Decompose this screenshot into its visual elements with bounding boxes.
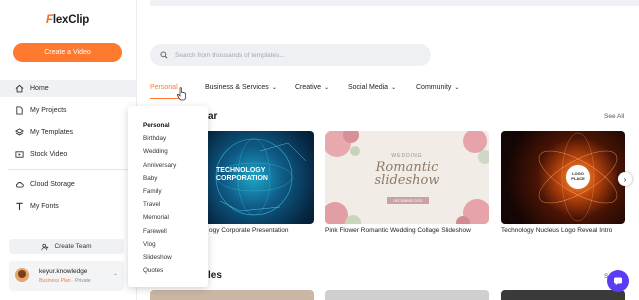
search-input[interactable] [175, 51, 415, 59]
create-team-label: Create Team [54, 243, 92, 250]
personal-category-dropdown: Personal Birthday Wedding Anniversary Ba… [128, 106, 208, 287]
overlay-script-text: Romantic slideshow [325, 161, 489, 187]
overlay-line: CORPORATION [216, 175, 268, 182]
sidebar-item-label: My Projects [30, 107, 67, 114]
overlay-line: TECHNOLOGY [216, 167, 266, 174]
cloud-icon [15, 180, 24, 189]
logo-text: lexClip [52, 14, 90, 26]
template-caption[interactable]: Technology Nucleus Logo Reveal Intro [501, 227, 612, 234]
home-icon [15, 84, 24, 93]
privacy-status: · Private [72, 278, 91, 284]
video-icon [15, 150, 24, 159]
dropdown-item-farewell[interactable]: Farewell [128, 225, 208, 238]
chevron-right-icon: › [623, 174, 627, 184]
user-account-card[interactable]: keyur.knowledge Business Plan · Private … [9, 261, 124, 291]
font-icon [15, 202, 24, 211]
tab-business-services[interactable]: Business & Services ⌄ [205, 84, 277, 91]
team-icon [41, 243, 49, 250]
template-thumbnail-technology-nucleus[interactable]: LOGO PLACE [501, 131, 625, 224]
template-thumbnail-wedding-slideshow[interactable]: WEDDING Romantic slideshow DECEMBER 2022 [325, 131, 489, 224]
template-thumbnail[interactable] [150, 290, 314, 300]
sidebar: FlexClip Create a Video Home My Projects… [0, 0, 137, 300]
tab-personal[interactable]: Personal [150, 84, 178, 91]
user-plan: Business Plan · Private [39, 278, 91, 284]
section-title-popular: ar [208, 111, 218, 122]
file-icon [15, 106, 24, 115]
dropdown-item-baby[interactable]: Baby [128, 172, 208, 185]
tab-social-media[interactable]: Social Media ⌄ [348, 84, 396, 91]
app-window: FlexClip Create a Video Home My Projects… [0, 0, 639, 300]
overlay-line: PLACE [571, 176, 585, 181]
dropdown-item-family[interactable]: Family [128, 185, 208, 198]
search-bar[interactable] [150, 44, 431, 66]
dropdown-item-personal[interactable]: Personal [128, 119, 208, 132]
carousel-next-button[interactable]: › [618, 172, 632, 186]
sidebar-item-stock-video[interactable]: Stock Video [0, 146, 136, 163]
dropdown-item-slideshow[interactable]: Slideshow [128, 251, 208, 264]
tab-label: Personal [150, 84, 178, 91]
overlay-date-badge: DECEMBER 2022 [387, 197, 429, 204]
sidebar-item-cloud-storage[interactable]: Cloud Storage [0, 176, 136, 193]
template-caption[interactable]: Pink Flower Romantic Wedding Collage Sli… [325, 227, 471, 234]
dropdown-item-quotes[interactable]: Quotes [128, 264, 208, 277]
sidebar-divider [8, 169, 128, 170]
dropdown-item-birthday[interactable]: Birthday [128, 132, 208, 145]
tab-label: Community [416, 84, 452, 91]
template-thumbnail[interactable] [501, 290, 625, 300]
chevron-down-icon: ⌄ [271, 85, 277, 91]
overlay-top-text: WEDDING [391, 153, 423, 159]
tab-community[interactable]: Community ⌄ [416, 84, 459, 91]
sidebar-item-label: My Fonts [30, 203, 59, 210]
hand-cursor-icon [176, 87, 186, 101]
sidebar-item-my-projects[interactable]: My Projects [0, 102, 136, 119]
tab-creative[interactable]: Creative ⌄ [295, 84, 329, 91]
tab-label: Business & Services [205, 84, 269, 91]
logo-mark: F [46, 14, 53, 26]
template-thumbnail[interactable] [325, 290, 489, 300]
sidebar-item-label: My Templates [30, 129, 74, 136]
plan-name: Business Plan [39, 278, 71, 284]
logo-place-text: LOGO PLACE [568, 171, 588, 181]
top-banner-strip [150, 0, 639, 6]
sidebar-item-label: Stock Video [30, 151, 68, 158]
section-title-second: les [208, 270, 222, 281]
thumbnail-overlay-text: TECHNOLOGY CORPORATION [216, 167, 268, 183]
sidebar-item-home[interactable]: Home [0, 80, 136, 97]
avatar [15, 268, 29, 282]
dropdown-item-memorial[interactable]: Memorial [128, 211, 208, 224]
overlay-line: slideshow [374, 173, 440, 188]
sidebar-item-my-fonts[interactable]: My Fonts [0, 198, 136, 215]
layers-icon [15, 128, 24, 137]
search-icon [160, 51, 168, 59]
tab-label: Social Media [348, 84, 389, 91]
chevron-up-icon: ⌃ [113, 274, 119, 280]
chevron-down-icon: ⌄ [324, 85, 330, 91]
sidebar-item-my-templates[interactable]: My Templates [0, 124, 136, 141]
create-team-button[interactable]: Create Team [9, 239, 124, 254]
user-name: keyur.knowledge [39, 268, 88, 275]
dropdown-item-anniversary[interactable]: Anniversary [128, 159, 208, 172]
dropdown-item-vlog[interactable]: Vlog [128, 238, 208, 251]
create-video-button[interactable]: Create a Video [13, 43, 122, 62]
dropdown-item-wedding[interactable]: Wedding [128, 145, 208, 158]
sidebar-item-label: Home [30, 85, 49, 92]
see-all-link[interactable]: See All [604, 113, 624, 120]
chat-icon [614, 277, 622, 286]
template-caption[interactable]: ogy Corporate Presentation [209, 227, 289, 234]
dropdown-item-travel[interactable]: Travel [128, 198, 208, 211]
chevron-down-icon: ⌄ [391, 85, 397, 91]
sidebar-item-label: Cloud Storage [30, 181, 75, 188]
chevron-down-icon: ⌄ [454, 85, 460, 91]
chat-support-button[interactable] [607, 270, 629, 292]
tab-label: Creative [295, 84, 322, 91]
brand-logo[interactable]: FlexClip [46, 14, 89, 26]
nucleus-graphic [538, 132, 618, 222]
